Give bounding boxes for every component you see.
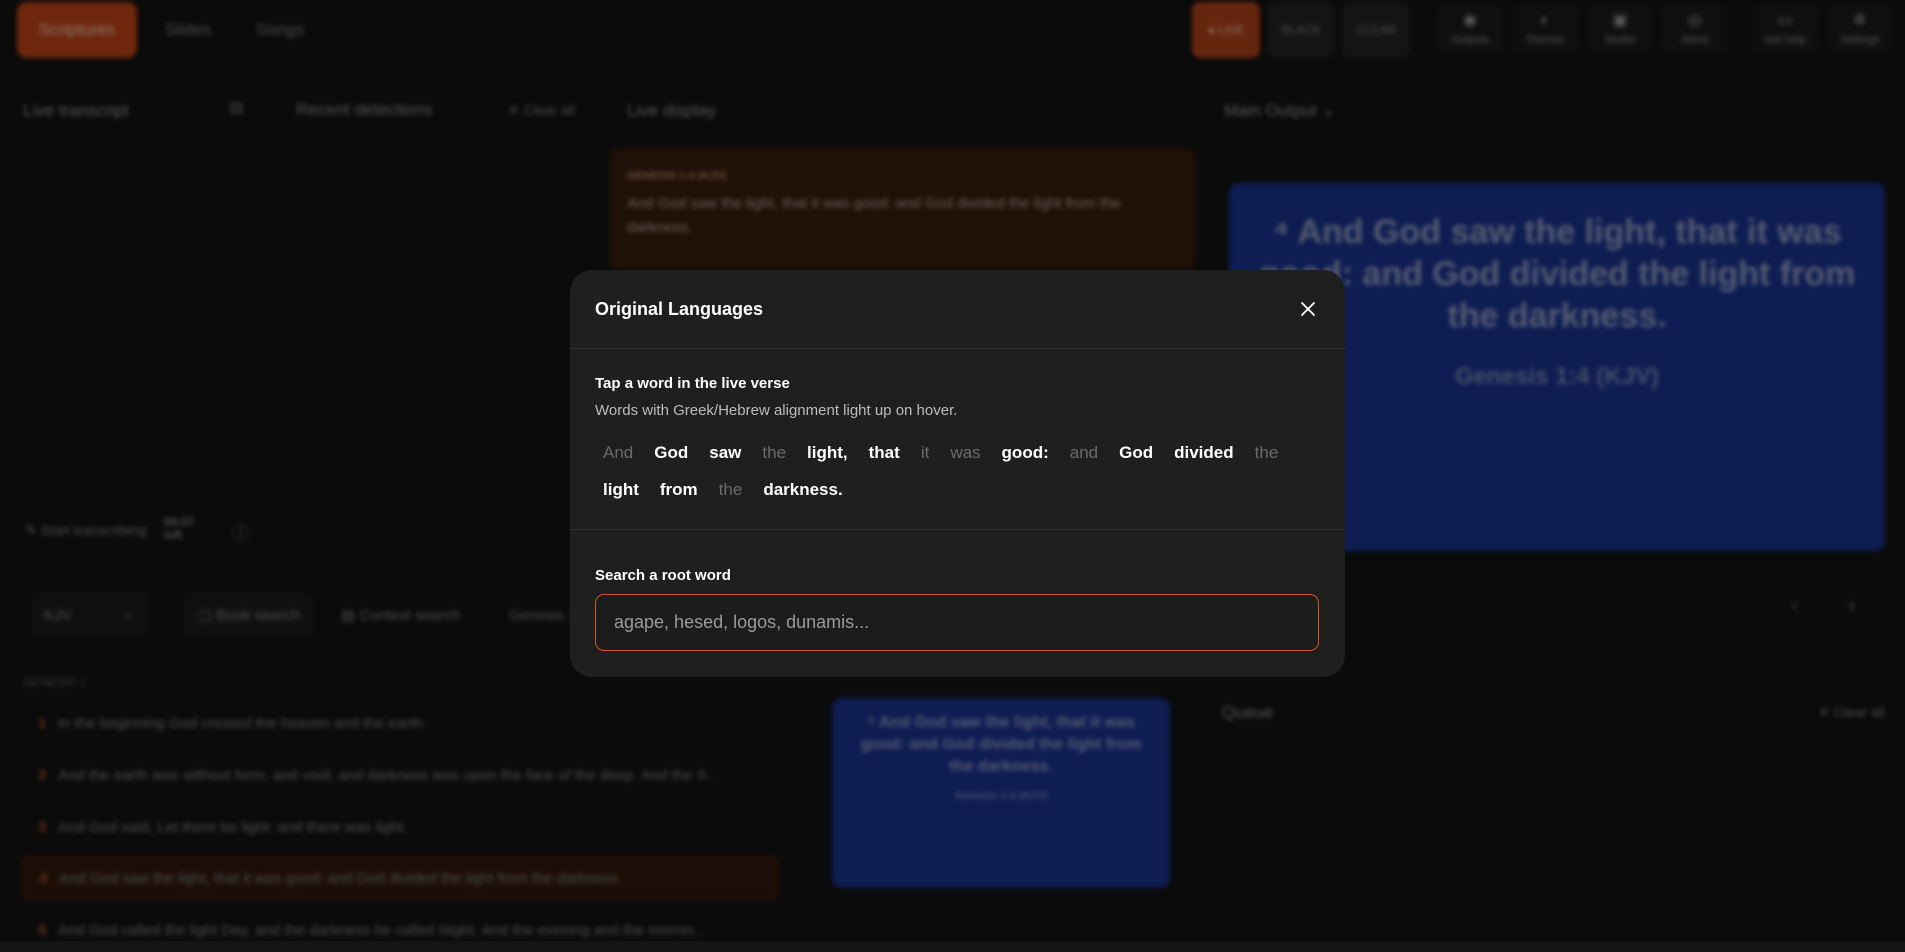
verse-word-aligned[interactable]: that (861, 434, 908, 471)
close-icon (1301, 302, 1315, 316)
verse-word-aligned[interactable]: good: (994, 434, 1057, 471)
close-button[interactable] (1296, 297, 1320, 321)
original-languages-modal: Original Languages Tap a word in the liv… (570, 270, 1345, 677)
verse-word: the (762, 443, 787, 462)
verse-word: And (603, 443, 634, 462)
verse-word-aligned[interactable]: light, (799, 434, 856, 471)
verse-word: was (950, 443, 981, 462)
live-verse-words: And God saw the light, that it was good: and God di… (595, 434, 1325, 508)
modal-header: Original Languages (570, 270, 1345, 349)
modal-title: Original Languages (595, 299, 764, 319)
verse-word-aligned[interactable]: divided (1166, 434, 1242, 471)
root-word-search-input[interactable] (595, 594, 1319, 651)
verse-word: the (1254, 443, 1279, 462)
verse-word-aligned[interactable]: darkness. (755, 471, 850, 508)
verse-word-aligned[interactable]: saw (701, 434, 749, 471)
verse-word-aligned[interactable]: God (1111, 434, 1161, 471)
word-picker-hint: Words with Greek/Hebrew alignment light … (595, 402, 958, 419)
verse-word-aligned[interactable]: God (646, 434, 696, 471)
verse-word: and (1069, 443, 1099, 462)
root-search-label: Search a root word (595, 567, 731, 584)
verse-word: it (920, 443, 930, 462)
verse-word: the (718, 480, 743, 499)
verse-word-aligned[interactable]: from (652, 471, 706, 508)
word-picker-title: Tap a word in the live verse (595, 375, 790, 392)
verse-word-aligned[interactable]: light (595, 471, 647, 508)
word-picker-section: Tap a word in the live verse Words with … (570, 350, 1345, 530)
